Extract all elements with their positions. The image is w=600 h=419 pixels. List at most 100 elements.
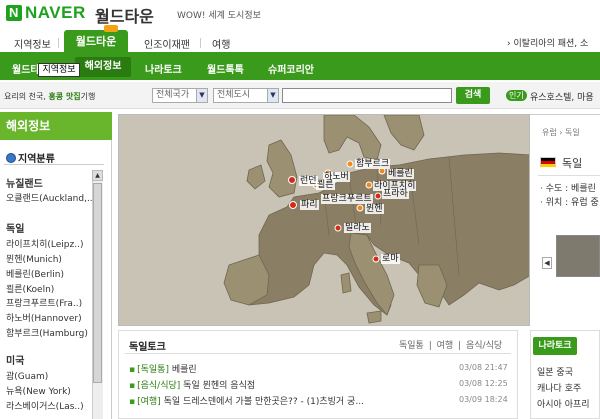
tab-food[interactable]: 음식/식당	[466, 341, 502, 351]
germany-flag-icon	[540, 157, 556, 167]
region-heading[interactable]: 뉴질랜드	[6, 175, 43, 190]
logo-text: NAVER	[25, 3, 86, 22]
nav-promo-link[interactable]: › 이탈리아의 패션, 소	[507, 36, 588, 49]
divider	[538, 175, 600, 176]
nav-divider	[200, 38, 201, 48]
breadcrumb[interactable]: 유럽 › 독일	[542, 127, 580, 138]
city-link[interactable]: 함부르크(Hamburg)	[6, 326, 88, 339]
city-photo-thumbnail[interactable]	[556, 235, 600, 277]
naver-logo[interactable]: N NAVER	[6, 3, 86, 23]
city-link[interactable]: 쾰른(Koeln)	[6, 282, 54, 295]
promo-highlight: 홍콩 맛집	[48, 92, 81, 101]
dropdown-arrow-icon[interactable]: ▼	[267, 89, 278, 102]
country-select-value: 전체국가	[156, 90, 190, 100]
talk-row[interactable]: ▪ [독일통] 베를린	[129, 362, 197, 375]
bullet-icon: ▪	[129, 397, 136, 407]
city-link[interactable]: 오클랜드(Auckland,..)	[6, 191, 96, 204]
map-city-label[interactable]: 쾰른	[316, 180, 335, 190]
prev-arrow-icon[interactable]: ◀	[542, 257, 552, 269]
city-link[interactable]: 라스베이거스(Las..)	[6, 399, 84, 412]
city-select[interactable]: 전체도시 ▼	[213, 88, 279, 103]
region-heading[interactable]: 독일	[6, 220, 24, 235]
map-city-label[interactable]: 프라하	[382, 189, 409, 199]
map-city-label[interactable]: 로마	[381, 254, 400, 264]
search-input[interactable]	[282, 88, 452, 103]
city-link[interactable]: 뮌헨(Munich)	[6, 252, 62, 265]
tab-dokiltong[interactable]: 독일통	[399, 341, 424, 351]
map-city-label[interactable]: 파리	[300, 200, 319, 210]
dropdown-arrow-icon[interactable]: ▼	[196, 89, 207, 102]
nav-enjoy-japan[interactable]: 인조이재팬	[144, 36, 190, 51]
globe-icon	[6, 153, 16, 163]
country-info-panel: 유럽 › 독일 독일 · 수도 : 베를린 · 위치 : 유럽 중 ◀	[530, 114, 600, 326]
nara-talk-tab[interactable]: 나라토크	[533, 337, 577, 355]
nav-worldtown-active[interactable]: 월드타운	[64, 30, 128, 54]
divider	[4, 164, 104, 165]
tab-travel[interactable]: 여행	[437, 341, 454, 351]
site-slogan: WOW! 세계 도시정보	[177, 11, 261, 21]
country-select[interactable]: 전체국가 ▼	[152, 88, 208, 103]
talk-text: 독일 뮌헨의 음식점	[183, 381, 256, 391]
map-city-label[interactable]: 베를린	[387, 169, 414, 179]
city-link[interactable]: 베를린(Berlin)	[6, 267, 64, 280]
sub-nav: 월드타운 해외정보 나라토크 월드톡톡 슈퍼코리안	[0, 54, 600, 80]
popular-badge: 인기	[506, 90, 527, 101]
talk-date: 03/08 21:47	[459, 363, 508, 372]
nara-talk-row[interactable]: 일본 중국	[537, 365, 573, 378]
nara-talk-panel: 나라토크 일본 중국 캐나다 호주 아시아 아프리	[530, 330, 600, 419]
subnav-super-korean[interactable]: 슈퍼코리안	[268, 61, 314, 76]
map-city-label[interactable]: 프랑크푸르트	[321, 194, 373, 204]
talk-tabs: 독일통 | 여행 | 음식/식당	[399, 338, 504, 351]
city-link[interactable]: 프랑크푸르트(Fra..)	[6, 296, 82, 309]
talk-tag: [독일통]	[137, 365, 169, 375]
map-city-label[interactable]: 뮌헨	[365, 204, 384, 214]
talk-tag: [음식/식당]	[137, 381, 181, 391]
subnav-country-talk[interactable]: 나라토크	[145, 61, 182, 76]
talk-date: 03/09 18:24	[459, 395, 508, 404]
scrollbar-thumb[interactable]	[93, 183, 102, 383]
city-link[interactable]: 라이프치히(Leipz..)	[6, 237, 83, 250]
nara-talk-row[interactable]: 아시아 아프리	[537, 397, 590, 410]
search-bar: 요리의 천국, 홍콩 맛집기행 전체국가 ▼ 전체도시 ▼ 검색 인기 유스호스텔,…	[0, 82, 600, 109]
location-info: · 위치 : 유럽 중	[540, 198, 599, 208]
city-link[interactable]: 괌(Guam)	[6, 369, 48, 382]
talk-title: 독일토크	[129, 342, 166, 353]
sidebar: 해외정보 지역분류 뉴질랜드 오클랜드(Auckland,..) 독일 라이프치…	[0, 112, 112, 419]
talk-tag: [여행]	[137, 397, 161, 407]
country-name: 독일	[562, 157, 583, 170]
europe-map[interactable]: 함부르크 하노버 베를린 런던 쾰른 라이프치히 프랑크푸르트 프라하 파리 뮌…	[118, 114, 530, 326]
scroll-up-arrow-icon[interactable]: ▲	[92, 170, 103, 181]
promo-suffix: 기행	[80, 92, 96, 101]
naver-n-icon: N	[6, 5, 22, 21]
top-header: N NAVER 월드타운 WOW! 세계 도시정보	[0, 0, 600, 28]
city-link[interactable]: 하노버(Hannover)	[6, 311, 82, 324]
talk-row[interactable]: ▪ [여행] 독일 드레스덴에서 가볼 만한곳은?? - (1)츠빙거 궁...	[129, 394, 364, 407]
promo-prefix: 요리의 천국	[4, 92, 44, 101]
tab-divider: |	[428, 341, 432, 351]
city-select-value: 전체도시	[217, 90, 251, 100]
divider	[125, 353, 511, 354]
capital-info: · 수도 : 베를린	[540, 184, 596, 194]
service-nav: 지역정보 월드타운 인조이재팬 여행 › 이탈리아의 패션, 소	[0, 25, 600, 54]
nav-travel[interactable]: 여행	[212, 36, 230, 51]
city-link[interactable]: 뉴욕(New York)	[6, 384, 71, 397]
talk-date: 03/08 12:25	[459, 379, 508, 388]
sidebar-title: 해외정보	[0, 112, 112, 140]
map-city-label[interactable]: 런던	[299, 176, 318, 186]
map-city-label[interactable]: 함부르크	[355, 159, 391, 169]
talk-row[interactable]: ▪ [음식/식당] 독일 뮌헨의 음식점	[129, 378, 255, 391]
popular-keywords[interactable]: 유스호스텔, 마용	[530, 90, 594, 103]
site-title[interactable]: 월드타운	[95, 3, 154, 27]
search-button[interactable]: 검색	[456, 87, 490, 104]
region-heading[interactable]: 미국	[6, 352, 24, 367]
map-city-label[interactable]: 밀라노	[344, 223, 371, 233]
search-promo-text[interactable]: 요리의 천국, 홍콩 맛집기행	[4, 91, 95, 102]
subnav-world-toktok[interactable]: 월드톡톡	[207, 61, 244, 76]
country-talk-board: 독일토크 독일통 | 여행 | 음식/식당 ▪ [독일통] 베를린 03/08 2…	[118, 330, 518, 419]
nara-talk-row[interactable]: 캐나다 호주	[537, 381, 581, 394]
new-badge	[104, 25, 118, 32]
nav-local-info[interactable]: 지역정보	[14, 36, 51, 51]
bullet-icon: ▪	[129, 365, 136, 375]
subnav-overseas-info-active[interactable]: 해외정보	[75, 57, 131, 77]
talk-text: 독일 드레스덴에서 가볼 만한곳은?? - (1)츠빙거 궁...	[163, 397, 364, 407]
